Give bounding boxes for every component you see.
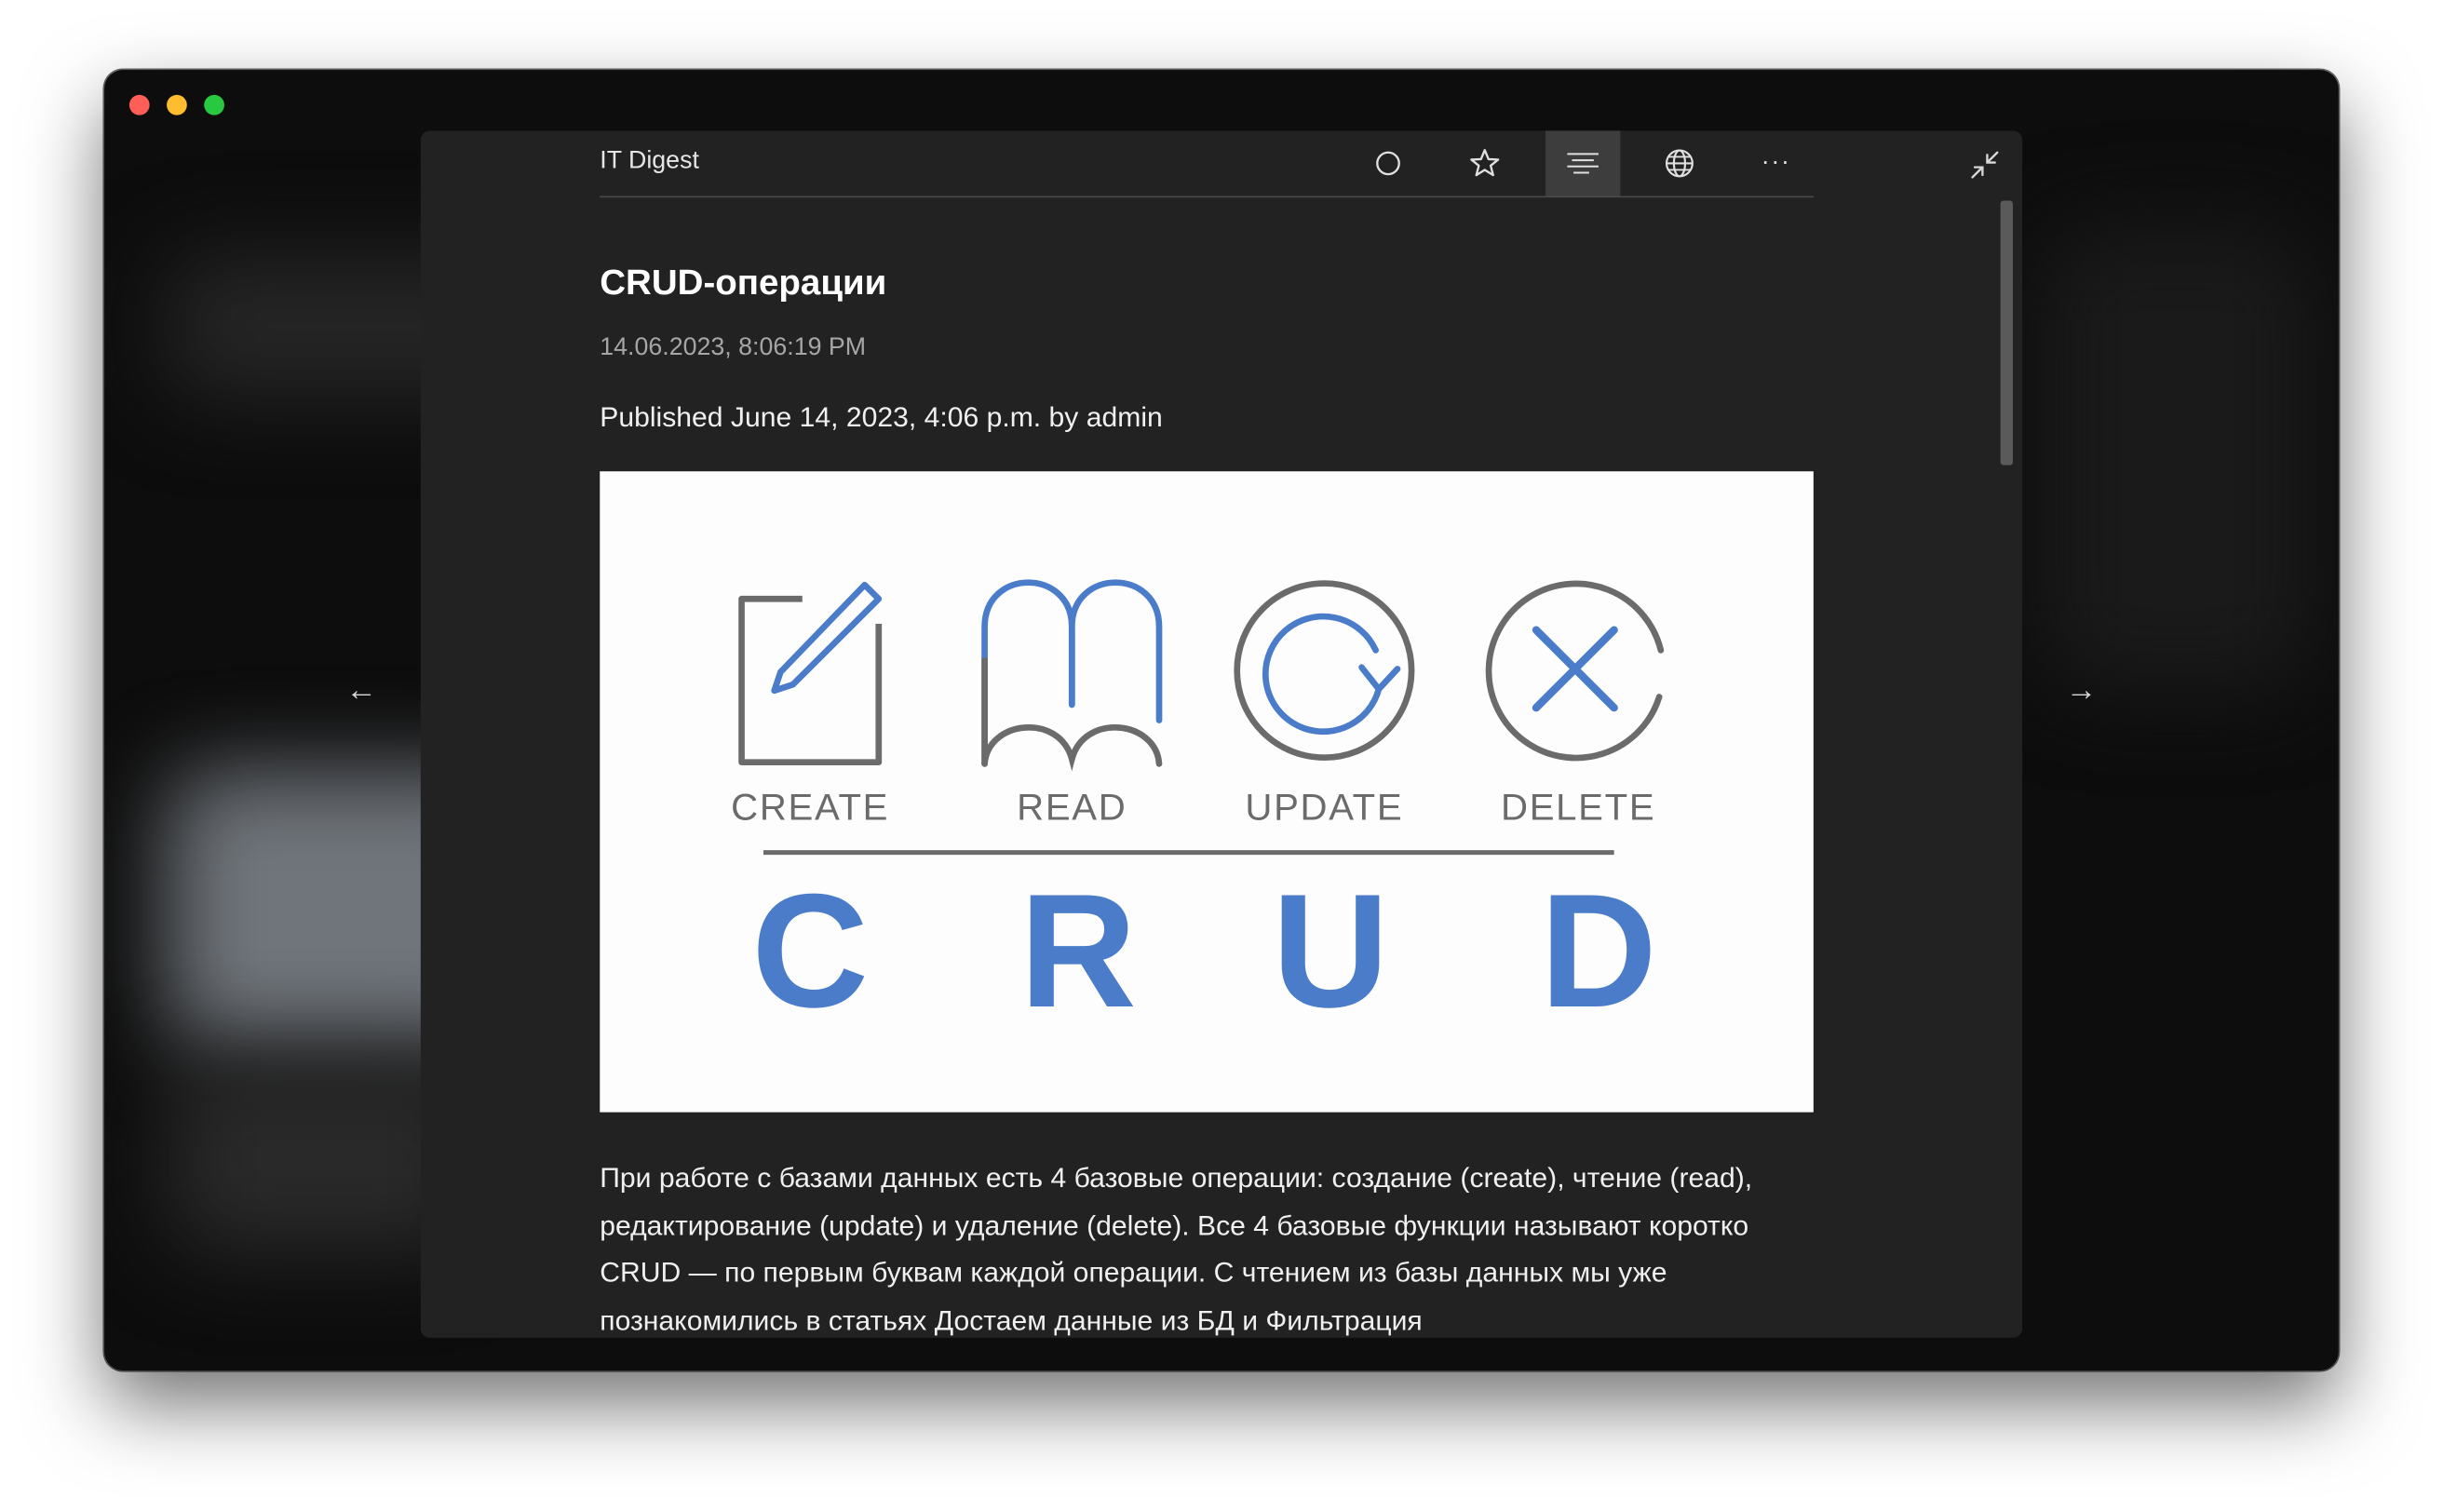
scrollbar[interactable] (1996, 200, 2018, 1329)
article-date: 14.06.2023, 8:06:19 PM (600, 334, 867, 361)
circle-icon (1376, 151, 1400, 176)
read-icon (981, 579, 1163, 772)
app-window: ← → IT Digest ··· CRUD-операции 14.06.20… (104, 70, 2339, 1370)
reader-toolbar: IT Digest ··· (600, 130, 1814, 198)
window-minimize-button[interactable] (167, 94, 187, 115)
letter-u: U (1272, 860, 1389, 1041)
screen: ← → IT Digest ··· CRUD-операции 14.06.20… (0, 0, 2443, 1512)
more-options-button[interactable]: ··· (1739, 130, 1814, 196)
letter-c: C (751, 860, 869, 1041)
read-aloud-button[interactable] (1351, 130, 1425, 196)
translate-button[interactable] (1642, 130, 1717, 196)
operation-label-delete: DELETE (1501, 787, 1655, 829)
previous-article-arrow-icon[interactable]: ← (341, 670, 382, 710)
globe-icon (1665, 149, 1694, 178)
next-article-arrow-icon[interactable]: → (2061, 670, 2102, 710)
operation-label-create: CREATE (731, 787, 889, 829)
update-icon (1234, 580, 1415, 762)
window-close-button[interactable] (128, 94, 150, 115)
star-icon (1470, 149, 1500, 177)
article-title: CRUD-операции (600, 261, 887, 303)
reader-view-panel: IT Digest ··· CRUD-операции 14.06.2023, … (420, 130, 2023, 1338)
operation-label-read: READ (1017, 787, 1127, 829)
window-maximize-button[interactable] (204, 94, 224, 115)
create-icon (738, 581, 883, 766)
favorite-button[interactable] (1448, 130, 1522, 196)
article-body: При работе с базами данных есть 4 базовы… (600, 1162, 1753, 1337)
reader-view-icon (1567, 153, 1599, 174)
collapse-arrows-icon (1971, 151, 1999, 179)
reader-view-toggle[interactable] (1545, 130, 1621, 196)
more-icon: ··· (1761, 149, 1791, 176)
article-byline: Published June 14, 2023, 4:06 p.m. by ad… (600, 401, 1163, 433)
crud-illustration: CREATE READ UPDATE DELETE C R U D (600, 471, 1814, 1113)
blurred-background-shape (2036, 225, 2317, 693)
crud-diagram: CREATE READ UPDATE DELETE C R U D (731, 579, 1665, 1041)
letter-r: R (1019, 860, 1137, 1041)
site-title: IT Digest (600, 147, 699, 175)
delete-icon (1485, 580, 1665, 762)
letter-d: D (1540, 860, 1657, 1041)
operation-label-update: UPDATE (1245, 787, 1403, 829)
scrollbar-thumb[interactable] (2000, 200, 2014, 466)
exit-reader-button[interactable] (1960, 143, 2010, 187)
